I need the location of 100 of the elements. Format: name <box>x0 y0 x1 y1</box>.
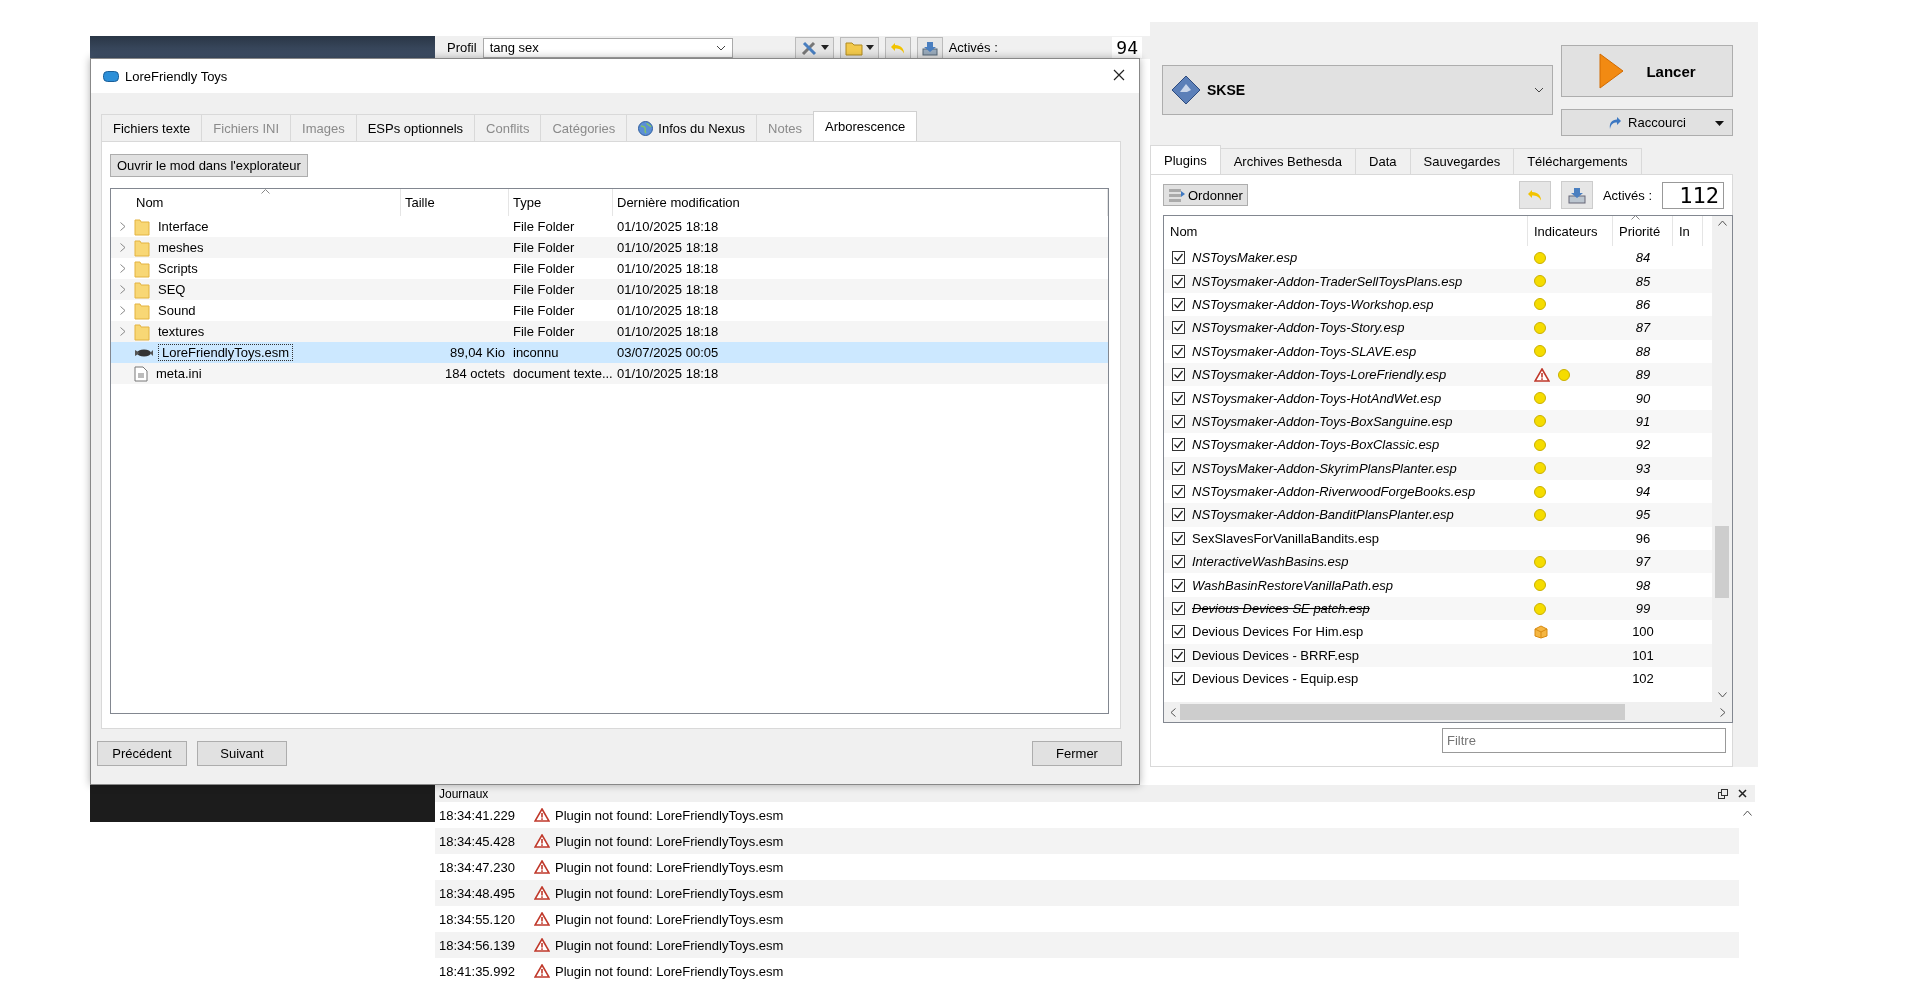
plugin-row[interactable]: InteractiveWashBasins.esp 97 <box>1164 550 1712 574</box>
profile-label: Profil <box>447 40 477 55</box>
column-header[interactable]: Type <box>509 189 613 216</box>
plugin-row[interactable]: NSToysMaker-Addon-SkyrimPlansPlanter.esp 93 <box>1164 456 1712 480</box>
plugin-row[interactable]: NSToysmaker-Addon-Toys-Story.esp 87 <box>1164 316 1712 340</box>
undock-icon[interactable] <box>1718 788 1728 799</box>
scrollbar[interactable] <box>1164 702 1732 722</box>
close-dialog-button[interactable]: Fermer <box>1032 741 1122 766</box>
tree-row[interactable]: textures File Folder 01/10/2025 18:18 <box>111 321 1108 342</box>
plugin-row[interactable]: NSToysmaker-Addon-RiverwoodForgeBooks.esp 94 <box>1164 479 1712 504</box>
save-button[interactable] <box>1560 181 1593 209</box>
close-icon[interactable] <box>1738 789 1747 798</box>
plugin-name: NSToysmaker-Addon-Toys-BoxSanguine.esp <box>1192 413 1454 429</box>
plugin-row[interactable]: NSToysmaker-Addon-TraderSellToysPlans.esp 85 <box>1164 269 1712 293</box>
checked-checkbox[interactable] <box>1171 391 1185 405</box>
scroll-thumb[interactable] <box>1715 526 1729 598</box>
previous-button[interactable]: Précédent <box>97 741 187 766</box>
checked-checkbox[interactable] <box>1171 555 1185 569</box>
column-header[interactable]: Indicateurs <box>1528 216 1613 246</box>
checked-checkbox[interactable] <box>1171 578 1185 592</box>
tree-row[interactable]: LoreFriendlyToys.esm 89,04 Kio inconnu 03/07/2025 00:05 <box>111 342 1108 363</box>
plugin-name: NSToysmaker-Addon-BanditPlansPlanter.esp <box>1192 507 1455 523</box>
undo-button[interactable] <box>884 36 911 59</box>
column-header[interactable]: Nom <box>111 189 401 216</box>
sort-button[interactable]: Ordonner <box>1163 184 1248 206</box>
expand-chevron-icon[interactable] <box>120 306 126 315</box>
tab[interactable]: Arborescence <box>813 111 918 141</box>
tree-row[interactable]: Scripts File Folder 01/10/2025 18:18 <box>111 258 1108 279</box>
checked-checkbox[interactable] <box>1171 274 1185 288</box>
checked-checkbox[interactable] <box>1171 485 1185 499</box>
open-explorer-button[interactable]: Ouvrir le mod dans l'explorateur <box>110 154 308 177</box>
checked-checkbox[interactable] <box>1171 438 1185 452</box>
tree-row[interactable]: meta.ini 184 octets document texte... 01/10/2025 18:18 <box>111 363 1108 384</box>
plugin-row[interactable]: Devious Devices For Him.esp 100 <box>1164 620 1712 644</box>
caret-icon <box>865 45 874 50</box>
expand-chevron-icon[interactable] <box>120 222 126 231</box>
plugin-row[interactable]: Devious Devices - BRRF.esp 101 <box>1164 643 1712 668</box>
priority: 90 <box>1634 390 1652 406</box>
plugin-row[interactable]: Devious Devices - Equip.esp 102 <box>1164 667 1712 691</box>
expand-chevron-icon[interactable] <box>120 327 126 336</box>
checked-checkbox[interactable] <box>1171 368 1185 382</box>
log-message: Plugin not found: LoreFriendlyToys.esm <box>555 911 784 927</box>
tree-row[interactable]: Interface File Folder 01/10/2025 18:18 <box>111 216 1108 237</box>
plugin-row[interactable]: NSToysmaker-Addon-Toys-HotAndWet.esp 90 <box>1164 386 1712 410</box>
launch-button[interactable]: Lancer <box>1561 45 1733 97</box>
log-message: Plugin not found: LoreFriendlyToys.esm <box>555 885 784 901</box>
folder-icon <box>134 259 150 278</box>
checked-checkbox[interactable] <box>1171 414 1185 428</box>
plugin-name: NSToysmaker-Addon-Toys-Story.esp <box>1192 320 1406 336</box>
scrollbar[interactable] <box>1712 216 1732 702</box>
expand-chevron-icon[interactable] <box>120 243 126 252</box>
tab[interactable]: Plugins <box>1150 145 1221 174</box>
plugin-row[interactable]: WashBasinRestoreVanillaPath.esp 98 <box>1164 573 1712 597</box>
column-header[interactable]: Priorité <box>1613 216 1673 246</box>
plugin-row[interactable]: NSToysmaker-Addon-Toys-LoreFriendly.esp 89 <box>1164 362 1712 387</box>
checked-checkbox[interactable] <box>1171 297 1185 311</box>
tools-button[interactable] <box>794 36 834 59</box>
expand-chevron-icon[interactable] <box>120 264 126 273</box>
shortcut-button[interactable]: Raccourci <box>1561 109 1733 136</box>
plugin-row[interactable]: NSToysmaker-Addon-Toys-SLAVE.esp 88 <box>1164 339 1712 363</box>
tree-row[interactable]: SEQ File Folder 01/10/2025 18:18 <box>111 279 1108 300</box>
plugin-row[interactable]: NSToysmaker-Addon-Toys-Workshop.esp 86 <box>1164 292 1712 317</box>
plugin-row[interactable]: SexSlavesForVanillaBandits.esp 96 <box>1164 526 1712 551</box>
checked-checkbox[interactable] <box>1171 508 1185 522</box>
scroll-up-icon[interactable] <box>1742 810 1752 816</box>
tab[interactable]: Fichiers texte <box>101 114 203 141</box>
checked-checkbox[interactable] <box>1171 531 1185 545</box>
expand-chevron-icon[interactable] <box>120 285 126 294</box>
checked-checkbox[interactable] <box>1171 251 1185 265</box>
filter-field[interactable]: Filtre <box>1442 728 1726 753</box>
column-header[interactable]: Taille <box>401 189 509 216</box>
log-time: 18:34:45.428 <box>439 833 516 849</box>
column-header[interactable]: Nom <box>1164 216 1528 246</box>
checked-checkbox[interactable] <box>1171 344 1185 358</box>
checked-checkbox[interactable] <box>1171 648 1185 662</box>
plugin-row[interactable]: NSToysmaker-Addon-Toys-BoxClassic.esp 92 <box>1164 433 1712 457</box>
column-header[interactable]: In <box>1673 216 1703 246</box>
checked-checkbox[interactable] <box>1171 602 1185 616</box>
executable-dropdown[interactable]: SKSE <box>1162 65 1553 115</box>
checked-checkbox[interactable] <box>1171 461 1185 475</box>
plugin-row[interactable]: NSToysMaker.esp 84 <box>1164 246 1712 270</box>
checked-checkbox[interactable] <box>1171 672 1185 686</box>
plugin-row[interactable]: Devious Devices SE patch.esp 99 <box>1164 596 1712 621</box>
log-time: 18:34:56.139 <box>439 937 516 953</box>
save-button[interactable] <box>916 36 943 59</box>
checked-checkbox[interactable] <box>1171 625 1185 639</box>
column-header[interactable]: Dernière modification <box>613 189 1108 216</box>
plugin-row[interactable]: NSToysmaker-Addon-Toys-BoxSanguine.esp 91 <box>1164 409 1712 434</box>
folder-button[interactable] <box>839 36 879 59</box>
tree-row[interactable]: meshes File Folder 01/10/2025 18:18 <box>111 237 1108 258</box>
priority: 98 <box>1634 577 1652 593</box>
tree-row[interactable]: Sound File Folder 01/10/2025 18:18 <box>111 300 1108 321</box>
checked-checkbox[interactable] <box>1171 321 1185 335</box>
next-button[interactable]: Suivant <box>197 741 287 766</box>
plugin-row[interactable]: NSToysmaker-Addon-BanditPlansPlanter.esp 95 <box>1164 503 1712 527</box>
modified-date: 01/10/2025 18:18 <box>616 261 720 276</box>
profile-dropdown[interactable]: tang sex <box>482 37 733 58</box>
scroll-thumb[interactable] <box>1180 704 1625 720</box>
modified-date: 01/10/2025 18:18 <box>616 240 720 255</box>
document-icon <box>134 365 148 382</box>
